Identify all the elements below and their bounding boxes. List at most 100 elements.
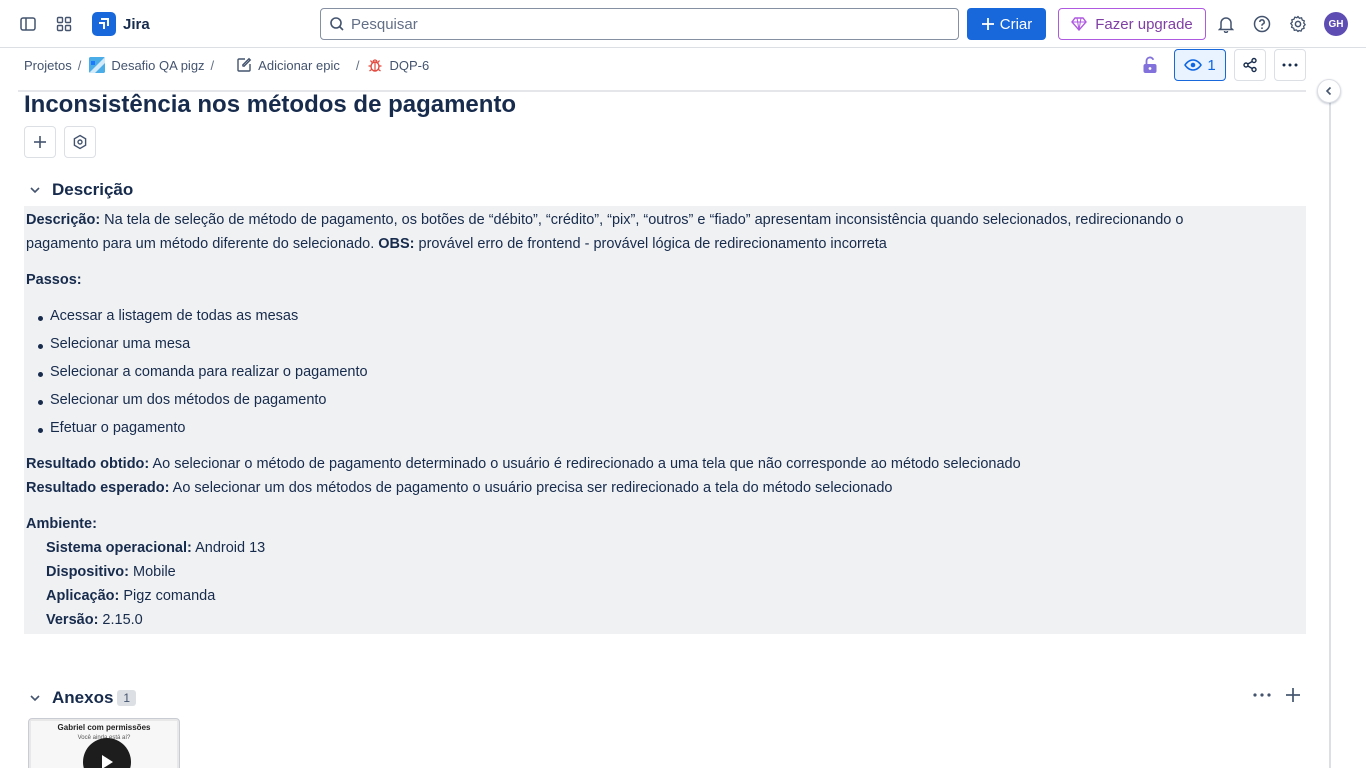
env-os: Sistema operacional: Android 13 xyxy=(46,540,265,556)
diamond-icon xyxy=(1071,17,1088,31)
sidebar-toggle-icon[interactable] xyxy=(14,10,42,38)
jira-logo-icon xyxy=(92,12,116,36)
description-section-header[interactable]: Descrição xyxy=(28,180,133,200)
description-panel[interactable]: Descrição: Na tela de seleção de método … xyxy=(24,206,1306,634)
collapse-panel-button[interactable] xyxy=(1317,79,1341,103)
description-title: Descrição xyxy=(52,180,134,199)
bullet xyxy=(38,428,43,433)
add-button[interactable] xyxy=(24,126,56,158)
bug-icon xyxy=(368,59,382,72)
attachments-section-header[interactable]: Anexos 1 xyxy=(28,688,137,708)
chevron-left-icon xyxy=(1325,86,1332,96)
description-text: Na tela de seleção de método de pagament… xyxy=(100,212,1184,228)
attachments-title: Anexos xyxy=(52,688,114,707)
env-value: Pigz comanda xyxy=(119,588,216,604)
watchers-count: 1 xyxy=(1207,56,1216,74)
breadcrumb-separator: / xyxy=(210,57,215,73)
breadcrumb-issue-key[interactable]: DQP-6 xyxy=(367,57,429,73)
env-app: Aplicação: Pigz comanda xyxy=(46,588,215,604)
breadcrumb-label: DQP-6 xyxy=(389,57,430,73)
notifications-icon[interactable] xyxy=(1212,10,1240,38)
description-intro: Descrição: Na tela de seleção de método … xyxy=(26,212,1183,228)
video-preview: Gabriel com permissões Você ainda está a… xyxy=(31,721,177,768)
steps-label: Passos: xyxy=(26,272,82,288)
breadcrumb-label: Desafio QA pigz xyxy=(111,57,205,73)
share-icon xyxy=(1243,57,1257,73)
breadcrumb-add-epic[interactable]: Adicionar epic xyxy=(236,57,340,73)
help-icon[interactable] xyxy=(1248,10,1276,38)
thumbnail-title: Gabriel com permissões xyxy=(57,723,151,732)
hexagon-settings-icon xyxy=(73,134,87,150)
share-button[interactable] xyxy=(1234,49,1266,81)
expected-text: Ao selecionar um dos métodos de pagament… xyxy=(169,480,893,496)
env-key: Dispositivo: xyxy=(46,564,129,580)
description-intro-cont: pagamento para um método diferente do se… xyxy=(26,236,887,252)
description-label: Descrição: xyxy=(26,212,101,228)
env-key: Versão: xyxy=(46,612,99,628)
eye-icon xyxy=(1184,59,1203,71)
search-bar[interactable] xyxy=(320,8,959,40)
bullet xyxy=(38,316,43,321)
expected-label: Resultado esperado: xyxy=(26,480,170,496)
breadcrumb-label: Projetos xyxy=(24,57,72,73)
env-device: Dispositivo: Mobile xyxy=(46,564,176,580)
issue-actions: 1 xyxy=(1134,49,1306,81)
step-item: Acessar a listagem de todas as mesas xyxy=(50,308,299,324)
apps-button[interactable] xyxy=(64,126,96,158)
watch-button[interactable]: 1 xyxy=(1174,49,1226,81)
search-input[interactable] xyxy=(351,15,931,33)
environment-heading: Ambiente: xyxy=(26,516,97,532)
obtained-label: Resultado obtido: xyxy=(26,456,150,472)
more-actions-button[interactable] xyxy=(1274,49,1306,81)
edit-pencil-icon xyxy=(237,57,252,72)
bullet xyxy=(38,344,43,349)
obs-text: provável erro de frontend - provável lóg… xyxy=(414,236,887,252)
env-value: Mobile xyxy=(128,564,176,580)
restrictions-button[interactable] xyxy=(1134,49,1166,81)
attachment-thumbnail[interactable]: Gabriel com permissões Você ainda está a… xyxy=(28,718,180,768)
search-icon xyxy=(330,17,344,31)
upgrade-button[interactable]: Fazer upgrade xyxy=(1058,8,1206,40)
attachments-actions xyxy=(1252,686,1302,704)
breadcrumb-project[interactable]: Desafio QA pigz xyxy=(89,57,205,73)
env-value: 2.15.0 xyxy=(98,612,143,628)
chevron-down-icon xyxy=(30,695,40,702)
plus-icon xyxy=(34,136,46,148)
breadcrumb-projects[interactable]: Projetos xyxy=(24,58,72,73)
chevron-down-icon xyxy=(30,187,40,194)
settings-gear-icon[interactable] xyxy=(1284,10,1312,38)
user-avatar[interactable]: GH xyxy=(1324,12,1348,36)
obtained-result: Resultado obtido: Ao selecionar o método… xyxy=(26,456,1021,472)
play-icon[interactable] xyxy=(83,738,131,768)
env-key: Sistema operacional: xyxy=(46,540,192,556)
steps-heading: Passos: xyxy=(26,272,82,288)
description-text: pagamento para um método diferente do se… xyxy=(26,236,379,252)
more-horizontal-icon[interactable] xyxy=(1252,693,1272,697)
step-item: Selecionar um dos métodos de pagamento xyxy=(50,392,327,408)
top-navigation: Jira Criar Fazer upgrade GH xyxy=(0,0,1366,48)
app-switcher-icon[interactable] xyxy=(50,10,78,38)
context-panel-divider[interactable] xyxy=(1329,80,1331,768)
issue-title[interactable]: Inconsistência nos métodos de pagamento xyxy=(24,91,516,119)
breadcrumb-label: Adicionar epic xyxy=(258,57,340,73)
more-horizontal-icon xyxy=(1282,63,1298,67)
breadcrumb-separator: / xyxy=(77,57,82,73)
upgrade-label: Fazer upgrade xyxy=(1095,15,1193,33)
app-name: Jira xyxy=(123,15,150,33)
env-value: Android 13 xyxy=(191,540,266,556)
create-button[interactable]: Criar xyxy=(967,8,1046,40)
jira-logo[interactable]: Jira xyxy=(92,12,150,36)
step-item: Selecionar uma mesa xyxy=(50,336,191,352)
project-avatar-icon xyxy=(89,57,106,73)
env-label: Ambiente: xyxy=(26,516,97,532)
add-attachment-icon[interactable] xyxy=(1284,686,1302,704)
create-label: Criar xyxy=(999,15,1033,33)
bullet xyxy=(38,400,43,405)
step-item: Selecionar a comanda para realizar o pag… xyxy=(50,364,368,380)
env-version: Versão: 2.15.0 xyxy=(46,612,143,628)
expected-result: Resultado esperado: Ao selecionar um dos… xyxy=(26,480,892,496)
breadcrumb: Projetos / Desafio QA pigz / Adicionar e… xyxy=(24,55,429,75)
bullet xyxy=(38,372,43,377)
obtained-text: Ao selecionar o método de pagamento dete… xyxy=(149,456,1021,472)
attachments-count: 1 xyxy=(117,690,137,706)
